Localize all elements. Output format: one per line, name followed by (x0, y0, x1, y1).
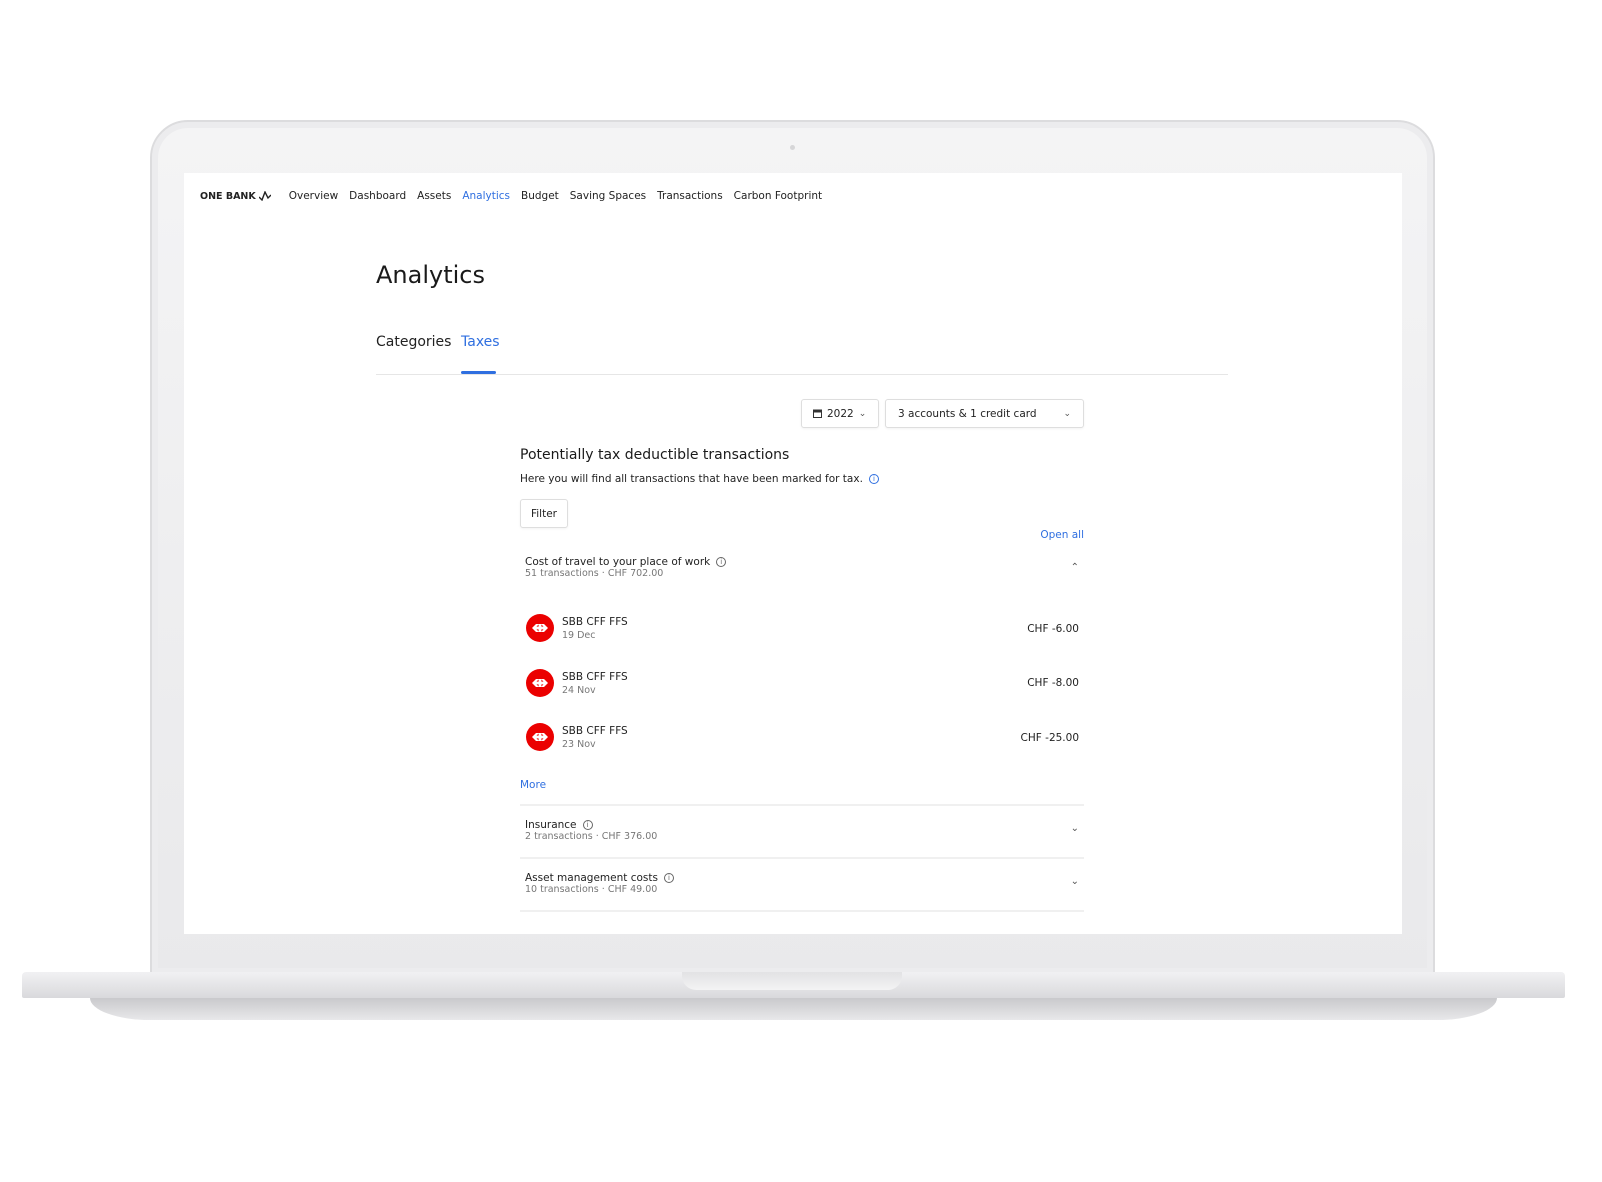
filter-button[interactable]: Filter (520, 499, 568, 528)
chevron-down-icon[interactable]: ⌄ (1071, 823, 1079, 834)
open-all-link[interactable]: Open all (1040, 529, 1084, 541)
transaction-date: 19 Dec (562, 630, 596, 641)
screen: ONE BANK Overview Dashboard Assets Analy… (184, 173, 1402, 934)
year-select[interactable]: 2022 ⌄ (801, 399, 879, 428)
laptop-notch (682, 972, 902, 990)
nav-budget[interactable]: Budget (521, 190, 559, 202)
divider (520, 910, 1084, 912)
chevron-down-icon[interactable]: ⌄ (1071, 876, 1079, 887)
year-value: 2022 (827, 407, 854, 420)
calendar-icon (813, 409, 822, 418)
nav-carbon-footprint[interactable]: Carbon Footprint (734, 190, 822, 202)
logo-wave-icon (258, 191, 271, 201)
group-insurance-header[interactable]: Insurance i 2 transactions · CHF 376.00 ⌄ (525, 819, 1079, 842)
transaction-amount: CHF -6.00 (1027, 623, 1079, 635)
info-icon[interactable]: i (663, 873, 674, 883)
transaction-date: 23 Nov (562, 739, 596, 750)
section-heading: Potentially tax deductible transactions (520, 447, 790, 463)
divider (520, 857, 1084, 859)
group-title: Cost of travel to your place of work (525, 556, 711, 568)
nav-saving-spaces[interactable]: Saving Spaces (570, 190, 646, 202)
logo[interactable]: ONE BANK (200, 191, 271, 202)
nav-overview[interactable]: Overview (289, 190, 338, 202)
group-summary: 2 transactions · CHF 376.00 (525, 831, 658, 842)
group-title: Insurance (525, 819, 577, 831)
info-icon[interactable]: i (716, 557, 727, 567)
sbb-logo-icon (526, 614, 554, 642)
nav-assets[interactable]: Assets (417, 190, 451, 202)
group-summary: 10 transactions · CHF 49.00 (525, 884, 658, 895)
group-asset-management-header[interactable]: Asset management costs i 10 transactions … (525, 872, 1079, 895)
transaction-amount: CHF -25.00 (1020, 732, 1079, 744)
info-icon[interactable]: i (582, 820, 593, 830)
description-text: Here you will find all transactions that… (520, 473, 863, 485)
tab-categories[interactable]: Categories (376, 334, 451, 350)
transaction-merchant: SBB CFF FFS (562, 616, 628, 628)
tab-active-indicator (461, 371, 496, 374)
logo-text: ONE BANK (200, 190, 256, 202)
page-title: Analytics (376, 261, 485, 289)
nav-analytics[interactable]: Analytics (462, 190, 510, 202)
camera (790, 145, 795, 150)
tab-divider (376, 374, 1228, 375)
accounts-value: 3 accounts & 1 credit card (898, 407, 1037, 420)
transaction-merchant: SBB CFF FFS (562, 725, 628, 737)
laptop-base-bottom (90, 998, 1497, 1020)
transaction-amount: CHF -8.00 (1027, 677, 1079, 689)
accounts-select[interactable]: 3 accounts & 1 credit card ⌄ (885, 399, 1084, 428)
filter-label: Filter (530, 507, 557, 520)
group-summary: 51 transactions · CHF 702.00 (525, 568, 664, 579)
chevron-down-icon: ⌄ (858, 408, 867, 419)
transaction-date: 24 Nov (562, 685, 596, 696)
transaction-merchant: SBB CFF FFS (562, 671, 628, 683)
more-link[interactable]: More (520, 779, 546, 791)
nav-transactions[interactable]: Transactions (657, 190, 723, 202)
section-description: Here you will find all transactions that… (520, 473, 879, 485)
divider (520, 804, 1084, 806)
group-title: Asset management costs (525, 872, 658, 884)
nav-dashboard[interactable]: Dashboard (349, 190, 406, 202)
info-icon[interactable]: i (868, 474, 879, 484)
group-travel-header[interactable]: Cost of travel to your place of work i 51… (525, 556, 1079, 579)
chevron-up-icon[interactable]: ⌃ (1071, 562, 1079, 573)
sbb-logo-icon (526, 669, 554, 697)
top-nav: ONE BANK Overview Dashboard Assets Analy… (200, 190, 833, 202)
sbb-logo-icon (526, 723, 554, 751)
chevron-down-icon: ⌄ (1063, 408, 1071, 419)
tab-taxes[interactable]: Taxes (461, 334, 500, 350)
